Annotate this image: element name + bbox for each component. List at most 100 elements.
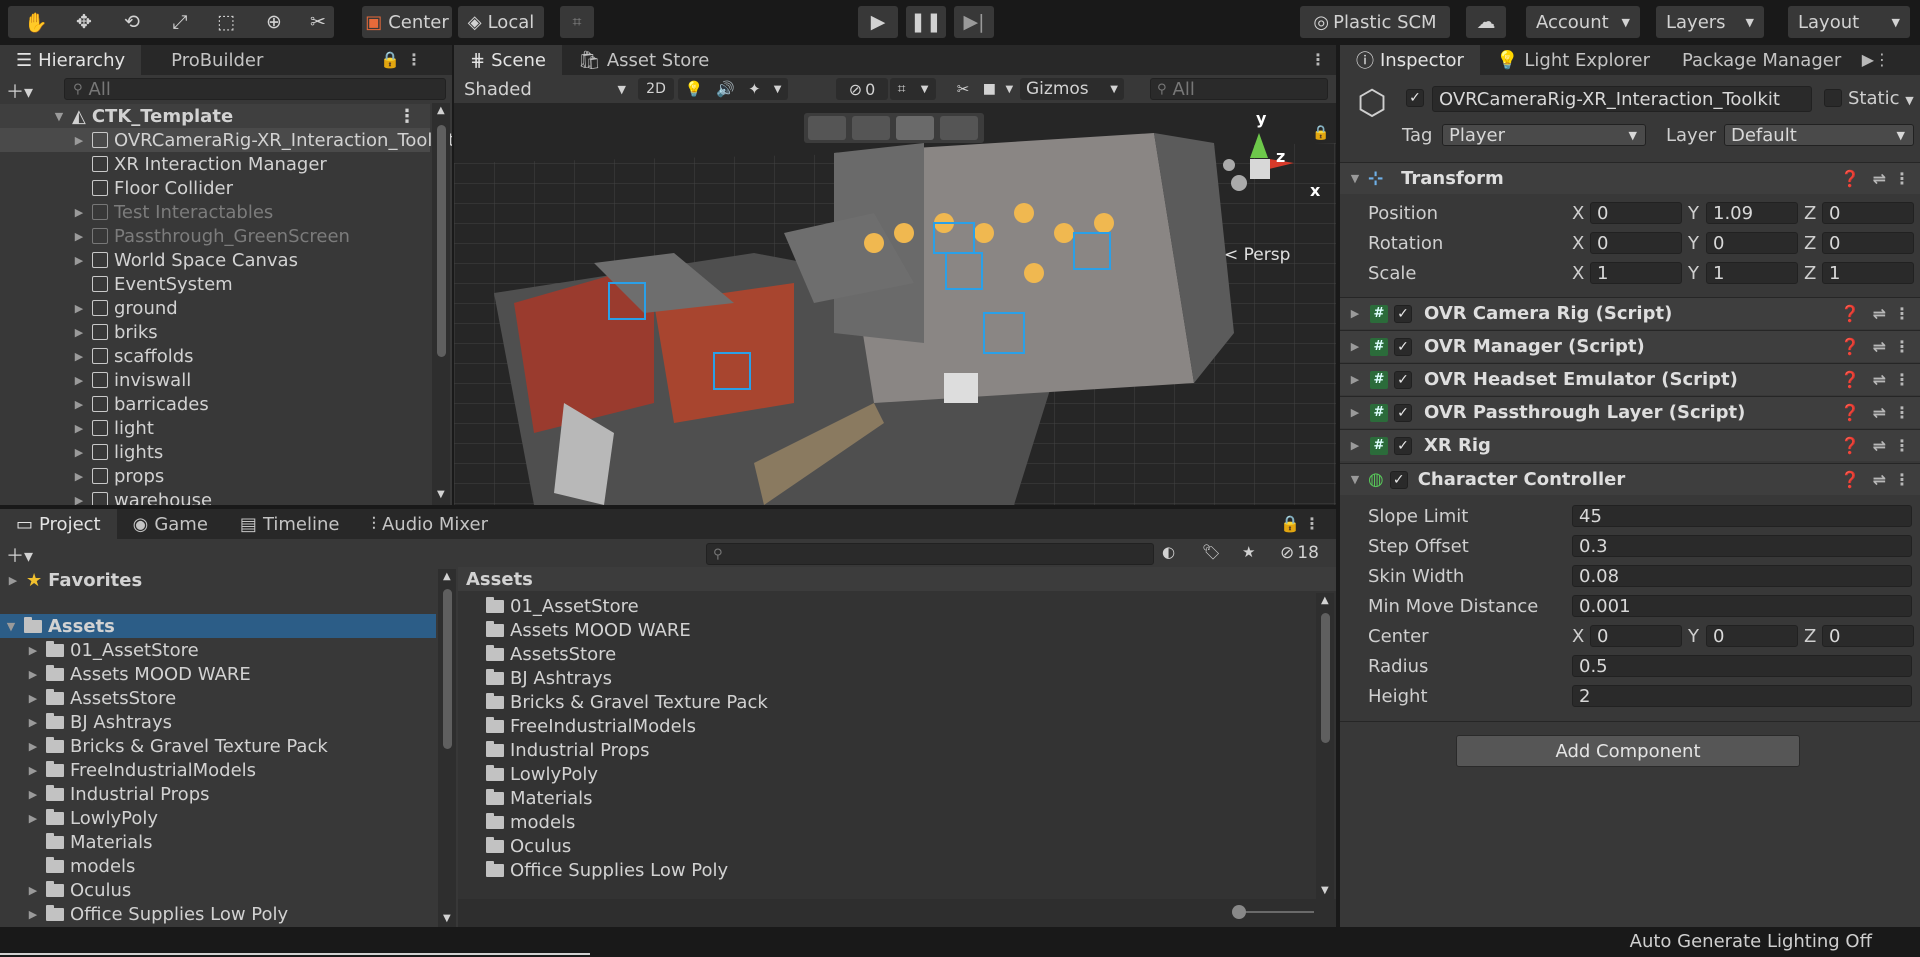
expand-arrow-icon[interactable]: ▶ (26, 692, 40, 705)
static-dropdown[interactable]: Static ▼ (1848, 88, 1914, 109)
expand-arrow-icon[interactable]: ▶ (72, 326, 86, 339)
assets-root-row[interactable]: ▼ Assets (0, 614, 436, 638)
position-y-field[interactable]: 1.09 (1706, 202, 1798, 224)
hierarchy-item[interactable]: ▶ props (0, 464, 430, 488)
expand-arrow-icon[interactable]: ▶ (72, 254, 86, 267)
help-icon[interactable]: ❓ (1840, 337, 1860, 356)
scene-menu-icon[interactable]: ⋮ (398, 106, 416, 127)
layer-dropdown[interactable]: Default ▼ (1724, 124, 1914, 146)
component-enabled-checkbox[interactable]: ✓ (1394, 337, 1412, 356)
cloud-icon[interactable]: ☁ (1466, 6, 1506, 38)
project-search-input[interactable]: ⚲ (706, 543, 1154, 565)
project-tree-scrollbar[interactable]: ▲ ▼ (438, 569, 456, 927)
cc-field-input[interactable]: 45 (1572, 505, 1912, 527)
asset-list-item[interactable]: FreeIndustrialModels (486, 714, 1306, 738)
active-checkbox[interactable]: ✓ (1406, 89, 1424, 107)
presets-icon[interactable]: ⇌ (1873, 304, 1886, 323)
lock-icon[interactable]: 🔒 (380, 50, 400, 69)
tab-asset-store[interactable]: 🛍 Asset Store (562, 45, 725, 75)
scene-root-row[interactable]: ▼ ◭ CTK_Template ⋮ (0, 104, 430, 128)
grid-snap-icon[interactable]: ⌗ (560, 6, 594, 38)
favorite-star-icon[interactable]: ★ (1242, 543, 1270, 565)
expand-arrow-icon[interactable]: ▶ (72, 134, 86, 147)
help-icon[interactable]: ❓ (1840, 169, 1860, 188)
position-z-field[interactable]: 0 (1822, 202, 1914, 224)
rotation-y-field[interactable]: 0 (1706, 232, 1798, 254)
hidden-packages-toggle[interactable]: ⊘ 18 (1280, 543, 1332, 565)
gizmos-dropdown[interactable]: Gizmos ▼ (1020, 78, 1124, 100)
scale-z-field[interactable]: 1 (1822, 262, 1914, 284)
presets-icon[interactable]: ⇌ (1873, 436, 1886, 455)
expand-arrow-icon[interactable]: ▶ (72, 470, 86, 483)
tab-game[interactable]: ◉ Game (117, 509, 224, 539)
hierarchy-scroll-thumb[interactable] (437, 125, 446, 357)
layers-dropdown[interactable]: Layers ▼ (1656, 6, 1764, 38)
help-icon[interactable]: ❓ (1840, 470, 1860, 489)
custom-tool-icon[interactable]: ✂ (302, 6, 334, 38)
scene-search-input[interactable]: ⚲ All (1150, 78, 1328, 100)
script-component-header[interactable]: ▶ # ✓ OVR Headset Emulator (Script) ❓ ⇌ ⋮ (1340, 363, 1920, 395)
pause-button[interactable]: ❚❚ (906, 6, 946, 38)
expand-arrow-icon[interactable]: ▶ (72, 446, 86, 459)
more-options-icon[interactable]: ⋮ (406, 50, 422, 69)
toggle-2d-button[interactable]: 2D (638, 78, 674, 100)
character-controller-checkbox[interactable]: ✓ (1389, 470, 1408, 489)
hierarchy-item[interactable]: ▶ light (0, 416, 430, 440)
scale-x-field[interactable]: 1 (1590, 262, 1682, 284)
scroll-up-icon[interactable]: ▲ (1321, 595, 1329, 606)
create-asset-dropdown[interactable]: ＋▾ (6, 542, 33, 568)
hierarchy-item[interactable]: ▶ briks (0, 320, 430, 344)
zoom-slider-track[interactable] (1238, 911, 1314, 913)
component-enabled-checkbox[interactable]: ✓ (1394, 436, 1412, 455)
add-component-button[interactable]: Add Component (1456, 735, 1800, 767)
expand-arrow-icon[interactable]: ▶ (26, 908, 40, 921)
presets-icon[interactable]: ⇌ (1873, 169, 1886, 188)
chevron-down-icon[interactable]: ▼ (774, 84, 782, 95)
hierarchy-item[interactable]: ▶ scaffolds (0, 344, 430, 368)
position-x-field[interactable]: 0 (1590, 202, 1682, 224)
label-tag-icon[interactable]: 🏷 (1202, 543, 1230, 565)
hierarchy-item[interactable]: ▶ warehouse (0, 488, 430, 505)
component-enabled-checkbox[interactable]: ✓ (1394, 403, 1412, 422)
component-menu-icon[interactable]: ⋮ (1894, 403, 1910, 422)
assets-breadcrumb[interactable]: Assets (458, 567, 1336, 591)
expand-arrow-icon[interactable]: ▶ (72, 350, 86, 363)
expand-arrow-icon[interactable]: ▶ (26, 884, 40, 897)
component-menu-icon[interactable]: ⋮ (1894, 304, 1910, 323)
hierarchy-item[interactable]: ▶ lights (0, 440, 430, 464)
expand-arrow-icon[interactable]: ▶ (26, 668, 40, 681)
plastic-scm-button[interactable]: ◎ Plastic SCM (1300, 6, 1450, 38)
help-icon[interactable]: ❓ (1840, 436, 1860, 455)
shading-dropdown[interactable]: Shaded ▼ (458, 77, 632, 101)
hierarchy-item[interactable]: ▶ Passthrough_GreenScreen (0, 224, 430, 248)
asset-list-item[interactable]: LowlyPoly (486, 762, 1306, 786)
scroll-down-icon[interactable]: ▼ (443, 913, 451, 924)
asset-list-scrollbar[interactable]: ▲ ▼ (1316, 593, 1334, 899)
script-component-header[interactable]: ▶ # ✓ OVR Manager (Script) ❓ ⇌ ⋮ (1340, 330, 1920, 362)
account-dropdown[interactable]: Account ▼ (1526, 6, 1640, 38)
expand-arrow-icon[interactable]: ▶ (26, 644, 40, 657)
grid-toggle[interactable]: ⌗ ▼ (890, 78, 936, 100)
component-menu-icon[interactable]: ⋮ (1894, 370, 1910, 389)
tab-hierarchy[interactable]: ☰ Hierarchy (0, 45, 142, 75)
presets-icon[interactable]: ⇌ (1873, 403, 1886, 422)
asset-list-item[interactable]: models (486, 810, 1306, 834)
expand-arrow-icon[interactable]: ▶ (72, 230, 86, 243)
hierarchy-item[interactable]: ▶ inviswall (0, 368, 430, 392)
presets-icon[interactable]: ⇌ (1873, 337, 1886, 356)
expand-arrow-icon[interactable]: ▶ (26, 812, 40, 825)
lock-icon[interactable]: 🔒 (1312, 125, 1329, 141)
hand-tool-icon[interactable]: ✋ (16, 6, 56, 38)
camera-dropdown[interactable]: ■ ▼ (978, 78, 1018, 100)
expand-arrow-icon[interactable]: ▶ (72, 398, 86, 411)
asset-list-item[interactable]: Bricks & Gravel Texture Pack (486, 690, 1306, 714)
more-options-icon[interactable]: ⋮ (1310, 50, 1326, 69)
asset-list-item[interactable]: 01_AssetStore (486, 594, 1306, 618)
asset-list-item[interactable]: Assets MOOD WARE (486, 618, 1306, 642)
center-y-field[interactable]: 0 (1706, 625, 1798, 647)
tab-light-explorer[interactable]: 💡 Light Explorer (1480, 45, 1666, 75)
step-button[interactable]: ▶| (954, 6, 994, 38)
project-tree-scroll-thumb[interactable] (443, 589, 452, 749)
pivot-local-button[interactable]: ◈ Local (458, 6, 544, 38)
lighting-status[interactable]: Auto Generate Lighting Off (1630, 931, 1872, 952)
